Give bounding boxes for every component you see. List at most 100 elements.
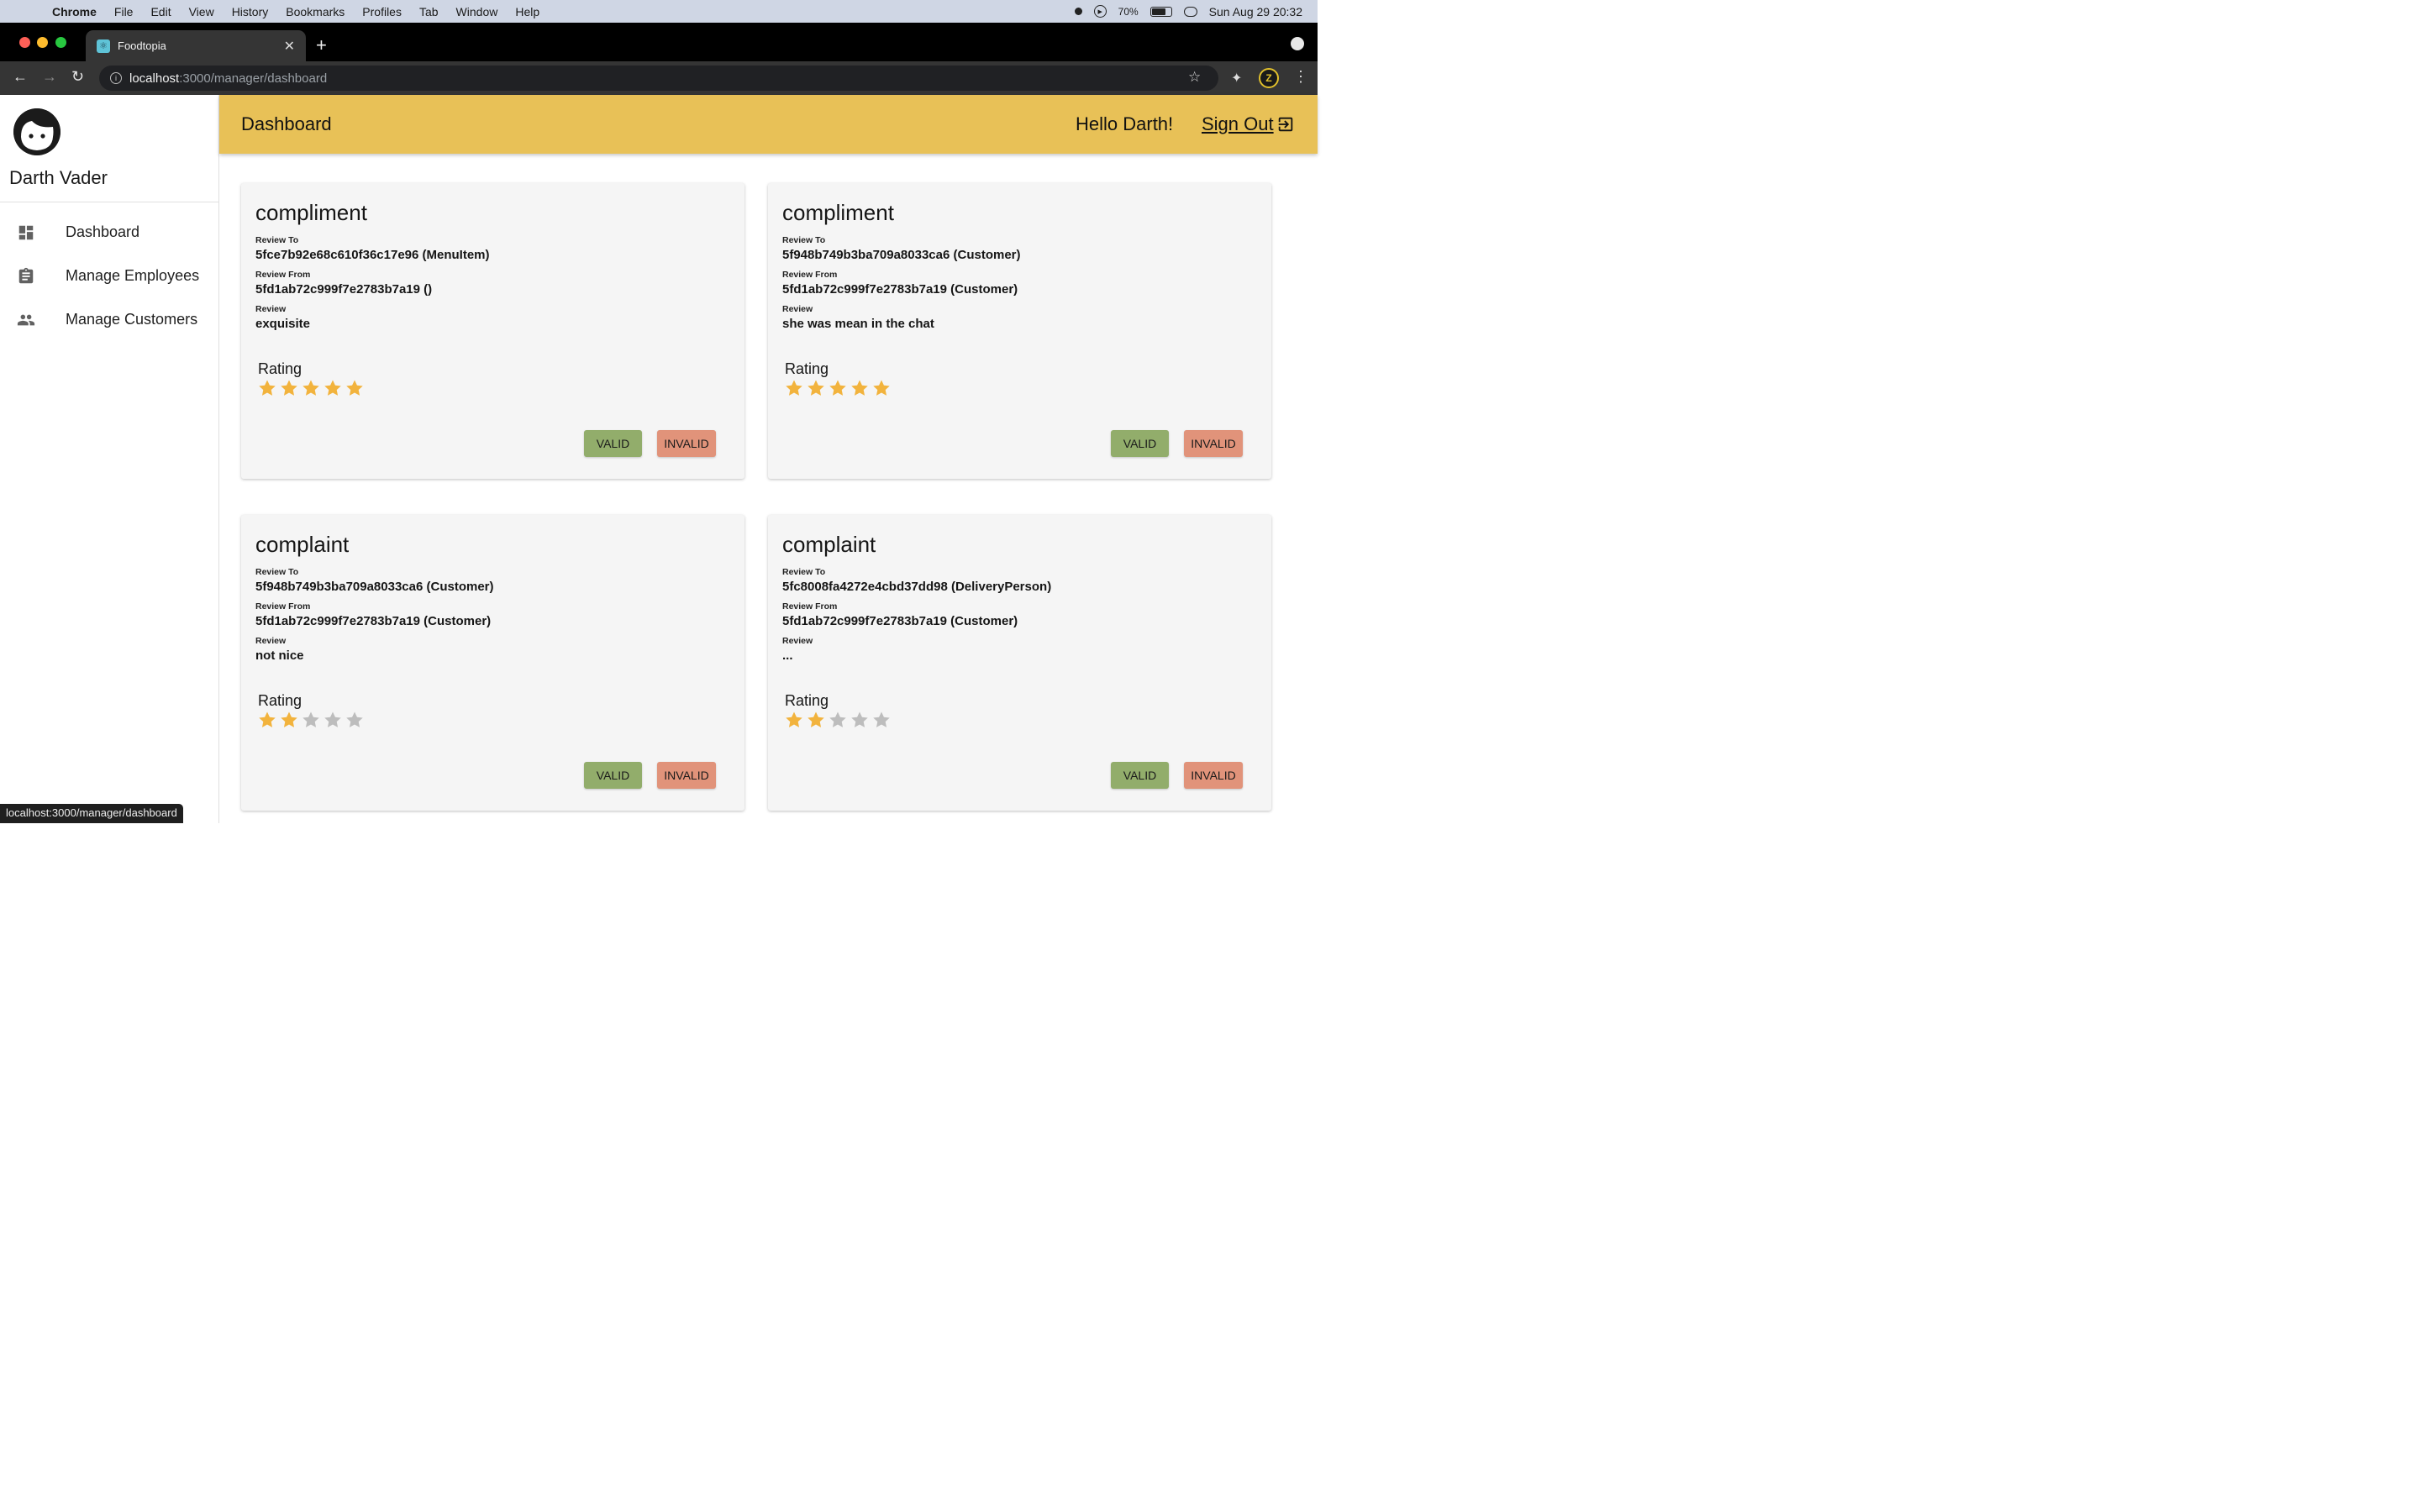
menu-tab[interactable]: Tab (419, 5, 439, 18)
sidebar: Darth Vader Dashboard Manage Employees M… (0, 95, 219, 823)
control-center-icon[interactable] (1183, 6, 1197, 17)
extensions-puzzle-icon[interactable]: ✦ (1231, 70, 1242, 87)
chrome-menu-icon[interactable]: ⋮ (1293, 68, 1308, 86)
menu-edit[interactable]: Edit (150, 5, 171, 18)
review-to-value: 5fc8008fa4272e4cbd37dd98 (DeliveryPerson… (782, 580, 1052, 594)
star-icon[interactable] (257, 710, 277, 730)
star-icon[interactable] (871, 710, 892, 730)
review-card: complaint Review To 5fc8008fa4272e4cbd37dd… (768, 515, 1271, 811)
star-icon[interactable] (850, 378, 870, 398)
star-icon[interactable] (828, 378, 848, 398)
review-from-label: Review From (782, 270, 838, 280)
user-avatar-icon (13, 108, 60, 155)
star-icon[interactable] (806, 378, 826, 398)
menu-history[interactable]: History (232, 5, 269, 18)
tab-search-icon[interactable] (1291, 37, 1304, 50)
star-rating[interactable] (784, 710, 892, 730)
star-icon[interactable] (323, 378, 343, 398)
valid-button[interactable]: VALID (584, 762, 642, 789)
review-text-value: exquisite (255, 317, 311, 331)
play-icon[interactable]: ▶ (1093, 5, 1107, 18)
rating-label: Rating (258, 692, 302, 709)
star-rating[interactable] (257, 710, 365, 730)
star-icon[interactable] (784, 378, 804, 398)
new-tab-button[interactable]: + (316, 34, 327, 56)
star-icon[interactable] (323, 710, 343, 730)
review-to-value: 5f948b749b3ba709a8033ca6 (Customer) (255, 580, 494, 594)
menu-help[interactable]: Help (515, 5, 539, 18)
star-icon[interactable] (806, 710, 826, 730)
back-icon[interactable]: ← (13, 68, 28, 86)
profile-avatar[interactable]: Z (1259, 68, 1279, 88)
menu-file[interactable]: File (114, 5, 134, 18)
bookmark-star-icon[interactable]: ☆ (1188, 69, 1208, 89)
review-to-value: 5fce7b92e68c610f36c17e96 (MenuItem) (255, 248, 490, 262)
valid-button[interactable]: VALID (1111, 762, 1169, 789)
clock[interactable]: Sun Aug 29 20:32 (1209, 5, 1302, 18)
star-icon[interactable] (279, 710, 299, 730)
sidebar-item-label: Dashboard (66, 223, 140, 240)
sign-out-button[interactable]: Sign Out (1202, 113, 1295, 135)
review-from-value: 5fd1ab72c999f7e2783b7a19 (Customer) (782, 614, 1018, 628)
star-icon[interactable] (345, 710, 365, 730)
review-to-label: Review To (255, 567, 299, 577)
page-title: Dashboard (241, 113, 332, 134)
star-icon[interactable] (784, 710, 804, 730)
tab-title: Foodtopia (118, 39, 166, 52)
rating-label: Rating (785, 692, 829, 709)
star-icon[interactable] (850, 710, 870, 730)
sidebar-item-manage-employees[interactable]: Manage Employees (0, 254, 218, 297)
browser-toolbar: ← → ↻ i localhost:3000/manager/dashboard… (0, 61, 1318, 95)
valid-button[interactable]: VALID (584, 430, 642, 457)
record-icon[interactable] (1074, 8, 1082, 15)
close-window-button[interactable] (19, 37, 30, 48)
star-icon[interactable] (279, 378, 299, 398)
menu-profiles[interactable]: Profiles (362, 5, 402, 18)
minimize-window-button[interactable] (37, 37, 48, 48)
tab-strip: ⚛ Foodtopia ✕ + (0, 23, 1318, 61)
menu-bookmarks[interactable]: Bookmarks (286, 5, 345, 18)
review-text-label: Review (255, 304, 287, 314)
star-rating[interactable] (257, 378, 365, 398)
valid-button[interactable]: VALID (1111, 430, 1169, 457)
sidebar-item-dashboard[interactable]: Dashboard (0, 210, 218, 254)
site-info-icon[interactable]: i (110, 72, 122, 84)
review-to-label: Review To (782, 235, 826, 245)
review-card: compliment Review To 5f948b749b3ba709a8033… (768, 183, 1271, 479)
invalid-button[interactable]: INVALID (657, 430, 716, 457)
review-to-label: Review To (255, 235, 299, 245)
invalid-button[interactable]: INVALID (1184, 430, 1243, 457)
star-rating[interactable] (784, 378, 892, 398)
review-text-label: Review (782, 304, 813, 314)
battery-icon[interactable] (1150, 6, 1172, 17)
review-type: compliment (782, 200, 894, 225)
menu-window[interactable]: Window (456, 5, 498, 18)
star-icon[interactable] (301, 378, 321, 398)
star-icon[interactable] (871, 378, 892, 398)
review-from-value: 5fd1ab72c999f7e2783b7a19 (Customer) (782, 282, 1018, 297)
forward-icon[interactable]: → (42, 68, 57, 86)
battery-percent: 70% (1118, 5, 1139, 18)
tab-close-icon[interactable]: ✕ (284, 38, 295, 55)
browser-tab[interactable]: ⚛ Foodtopia ✕ (86, 30, 306, 61)
review-type: complaint (782, 532, 876, 557)
invalid-button[interactable]: INVALID (657, 762, 716, 789)
dashboard-icon (18, 225, 34, 240)
invalid-button[interactable]: INVALID (1184, 762, 1243, 789)
sign-out-label: Sign Out (1202, 113, 1274, 134)
address-bar[interactable]: i localhost:3000/manager/dashboard ☆ (99, 66, 1218, 91)
star-icon[interactable] (301, 710, 321, 730)
review-card: complaint Review To 5f948b749b3ba709a8033c… (241, 515, 744, 811)
reload-icon[interactable]: ↻ (71, 68, 84, 86)
menu-view[interactable]: View (189, 5, 214, 18)
sidebar-item-manage-customers[interactable]: Manage Customers (0, 297, 218, 341)
url-path: :3000/manager/dashboard (179, 71, 328, 86)
sidebar-user-name: Darth Vader (9, 167, 108, 188)
zoom-window-button[interactable] (55, 37, 66, 48)
star-icon[interactable] (257, 378, 277, 398)
app-header: Dashboard Hello Darth! Sign Out (219, 95, 1318, 154)
people-icon (17, 314, 35, 326)
star-icon[interactable] (828, 710, 848, 730)
menu-app-name[interactable]: Chrome (52, 5, 97, 18)
star-icon[interactable] (345, 378, 365, 398)
